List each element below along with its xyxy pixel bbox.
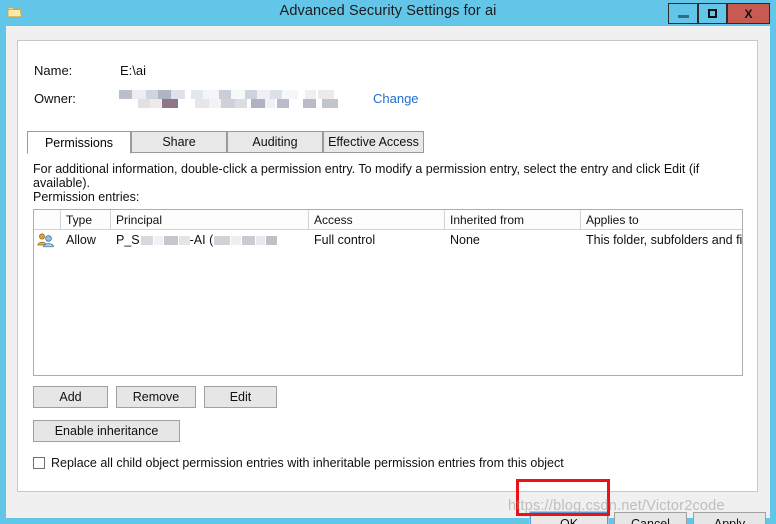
replace-child-permissions-row[interactable]: Replace all child object permission entr… [33, 456, 564, 470]
add-button[interactable]: Add [33, 386, 108, 408]
maximize-button[interactable] [698, 3, 727, 24]
remove-button[interactable]: Remove [116, 386, 196, 408]
column-header-applies-to[interactable]: Applies to [581, 210, 742, 229]
enable-inheritance-button[interactable]: Enable inheritance [33, 420, 180, 442]
table-header-row: Type Principal Access Inherited from App… [34, 210, 742, 230]
permission-entries-list[interactable]: Type Principal Access Inherited from App… [33, 209, 743, 376]
apply-button[interactable]: Apply [693, 512, 766, 524]
cell-applies-to: This folder, subfolders and files [586, 233, 743, 247]
users-group-icon [37, 232, 54, 248]
tab-effective-access[interactable]: Effective Access [323, 131, 424, 153]
redaction-block [231, 235, 242, 245]
tabstrip: Permissions Share Auditing Effective Acc… [27, 131, 749, 154]
close-button[interactable]: X [727, 3, 770, 24]
window-title: Advanced Security Settings for ai [279, 3, 497, 19]
redaction-block [266, 235, 278, 245]
tab-auditing[interactable]: Auditing [227, 131, 323, 153]
owner-label: Owner: [34, 91, 76, 106]
content-panel: Name: E:\ai Owner: Change Permissions Sh… [17, 40, 758, 492]
column-header-inherited-from[interactable]: Inherited from [445, 210, 581, 229]
tab-share[interactable]: Share [131, 131, 227, 153]
advanced-security-settings-window: Advanced Security Settings for ai X Name… [0, 0, 776, 524]
minimize-icon [677, 14, 689, 18]
column-header-principal[interactable]: Principal [111, 210, 309, 229]
ok-button[interactable]: OK [529, 511, 609, 524]
redaction-block [140, 235, 153, 245]
cell-access: Full control [314, 233, 376, 247]
dialog-body: Name: E:\ai Owner: Change Permissions Sh… [6, 26, 770, 524]
cancel-button[interactable]: Cancel [614, 512, 687, 524]
minimize-button[interactable] [668, 3, 698, 24]
redaction-block [153, 235, 163, 245]
redaction-block [214, 235, 231, 245]
edit-button[interactable]: Edit [204, 386, 277, 408]
permission-entries-label: Permission entries: [33, 190, 140, 204]
owner-value-redacted [119, 89, 355, 109]
cell-principal-middle: -AI ( [189, 233, 214, 247]
redaction-block [256, 235, 266, 245]
cell-type: Allow [66, 233, 96, 247]
table-row[interactable]: Allow P_S -AI (Full control None This f… [34, 230, 742, 250]
title-bar: Advanced Security Settings for ai X [0, 0, 776, 26]
column-header-type[interactable]: Type [61, 210, 111, 229]
cell-principal-prefix: P_S [116, 233, 140, 247]
redaction-block [178, 235, 190, 245]
tab-permissions[interactable]: Permissions [27, 131, 131, 154]
column-header-icon[interactable] [34, 210, 61, 229]
replace-child-permissions-label: Replace all child object permission entr… [51, 456, 564, 470]
replace-child-permissions-checkbox[interactable] [33, 457, 45, 469]
instruction-text: For additional information, double-click… [33, 162, 700, 190]
redaction-block [242, 235, 256, 245]
name-value: E:\ai [120, 63, 147, 78]
name-label: Name: [34, 63, 73, 78]
change-owner-link[interactable]: Change [373, 91, 419, 106]
maximize-icon [708, 9, 717, 18]
cell-inherited-from: None [450, 233, 480, 247]
cell-principal: P_S -AI ( [111, 230, 309, 250]
column-header-access[interactable]: Access [309, 210, 445, 229]
redaction-block [163, 235, 178, 245]
